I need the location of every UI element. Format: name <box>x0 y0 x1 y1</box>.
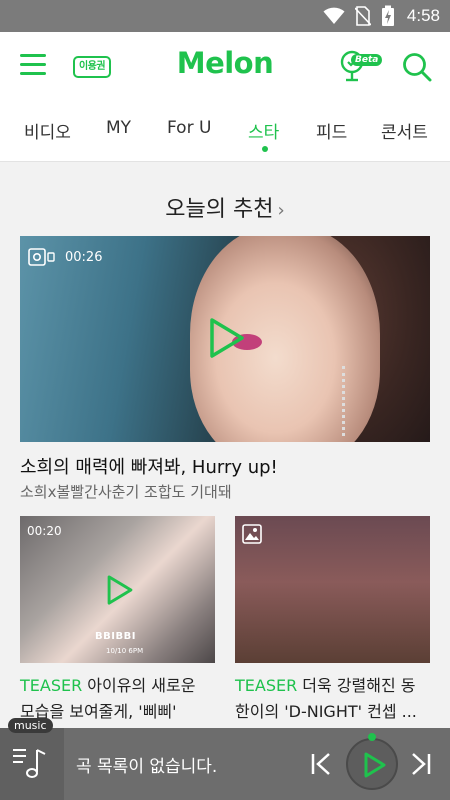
tab-for-u[interactable]: For U <box>167 118 211 138</box>
tab-star[interactable]: 스타 <box>248 118 279 143</box>
main-content: 오늘의 추천 › 00:26 소희의 매력에 빠져봐, Hurry up! 소희x… <box>0 163 450 728</box>
playlist-button[interactable] <box>0 728 64 800</box>
duration-text: 00:26 <box>65 249 103 265</box>
image-icon <box>242 524 262 544</box>
beta-badge: Beta <box>351 54 383 66</box>
play-button[interactable] <box>346 738 398 790</box>
prev-icon[interactable] <box>310 752 332 776</box>
app-header: 이용권 Melon Beta <box>0 32 450 100</box>
featured-video-thumbnail[interactable]: 00:26 <box>20 236 430 442</box>
featured-title[interactable]: 소희의 매력에 빠져봐, Hurry up! <box>20 453 278 479</box>
caption-line1: 아이유의 새로운 <box>82 676 196 695</box>
mini-player: 곡 목록이 없습니다. <box>0 728 450 800</box>
category-tabs: 비디오 MY For U 스타 피드 콘서트 <box>0 100 450 162</box>
video-icon <box>28 248 55 266</box>
next-icon[interactable] <box>410 752 432 776</box>
teaser-tag: TEASER <box>20 676 83 695</box>
status-time: 4:58 <box>406 6 440 25</box>
ticket-button[interactable]: 이용권 <box>73 56 111 78</box>
teaser-tag: TEASER <box>235 676 298 695</box>
section-title: 오늘의 추천 <box>165 197 274 222</box>
section-header[interactable]: 오늘의 추천 › <box>0 191 450 223</box>
video-duration: 00:20 <box>27 524 62 538</box>
progress-indicator <box>368 733 376 741</box>
tab-feed[interactable]: 피드 <box>316 118 347 143</box>
playlist-icon <box>13 749 46 778</box>
chevron-right-icon: › <box>277 200 285 221</box>
status-bar: 4:58 <box>0 0 450 32</box>
no-sim-icon <box>354 6 371 26</box>
music-badge: music <box>8 718 53 733</box>
caption-line2: 한이의 'D-NIGHT' 컨셉 ... <box>235 702 417 721</box>
melon-logo: Melon <box>176 46 274 80</box>
app-screen: 4:58 이용권 Melon Beta 비디오 MY For U 스타 피드 콘… <box>0 0 450 800</box>
featured-subtitle: 소희x볼빨간사춘기 조합도 기대돼 <box>20 483 232 501</box>
tab-video[interactable]: 비디오 <box>24 118 71 143</box>
play-icon[interactable] <box>208 316 246 360</box>
empty-playlist-text: 곡 목록이 없습니다. <box>76 757 218 777</box>
video-duration: 00:26 <box>28 248 102 266</box>
photo-thumbnail-donghan[interactable] <box>235 516 430 663</box>
thumbnail-art-earring <box>342 366 350 436</box>
play-icon[interactable] <box>106 574 134 606</box>
caption-line1: 더욱 강렬해진 동 <box>297 676 416 695</box>
tab-my[interactable]: MY <box>106 118 131 138</box>
card-caption-donghan[interactable]: TEASER 더욱 강렬해진 동 한이의 'D-NIGHT' 컨셉 ... <box>235 673 435 725</box>
thumbnail-art-title: BBIBBI <box>95 631 136 642</box>
wifi-icon <box>323 7 345 24</box>
search-icon[interactable] <box>402 52 432 82</box>
active-tab-indicator <box>262 146 268 152</box>
play-icon <box>364 752 386 778</box>
video-thumbnail-iu[interactable]: 00:20 BBIBBI 10/10 6PM <box>20 516 215 663</box>
menu-icon[interactable] <box>20 54 46 76</box>
battery-charging-icon <box>381 5 394 26</box>
status-icons: 4:58 <box>323 5 440 27</box>
tab-concert[interactable]: 콘서트 <box>381 118 428 143</box>
card-caption-iu[interactable]: TEASER 아이유의 새로운 모습을 보여줄게, '삐삐' <box>20 673 220 725</box>
thumbnail-art-date: 10/10 6PM <box>106 647 144 655</box>
